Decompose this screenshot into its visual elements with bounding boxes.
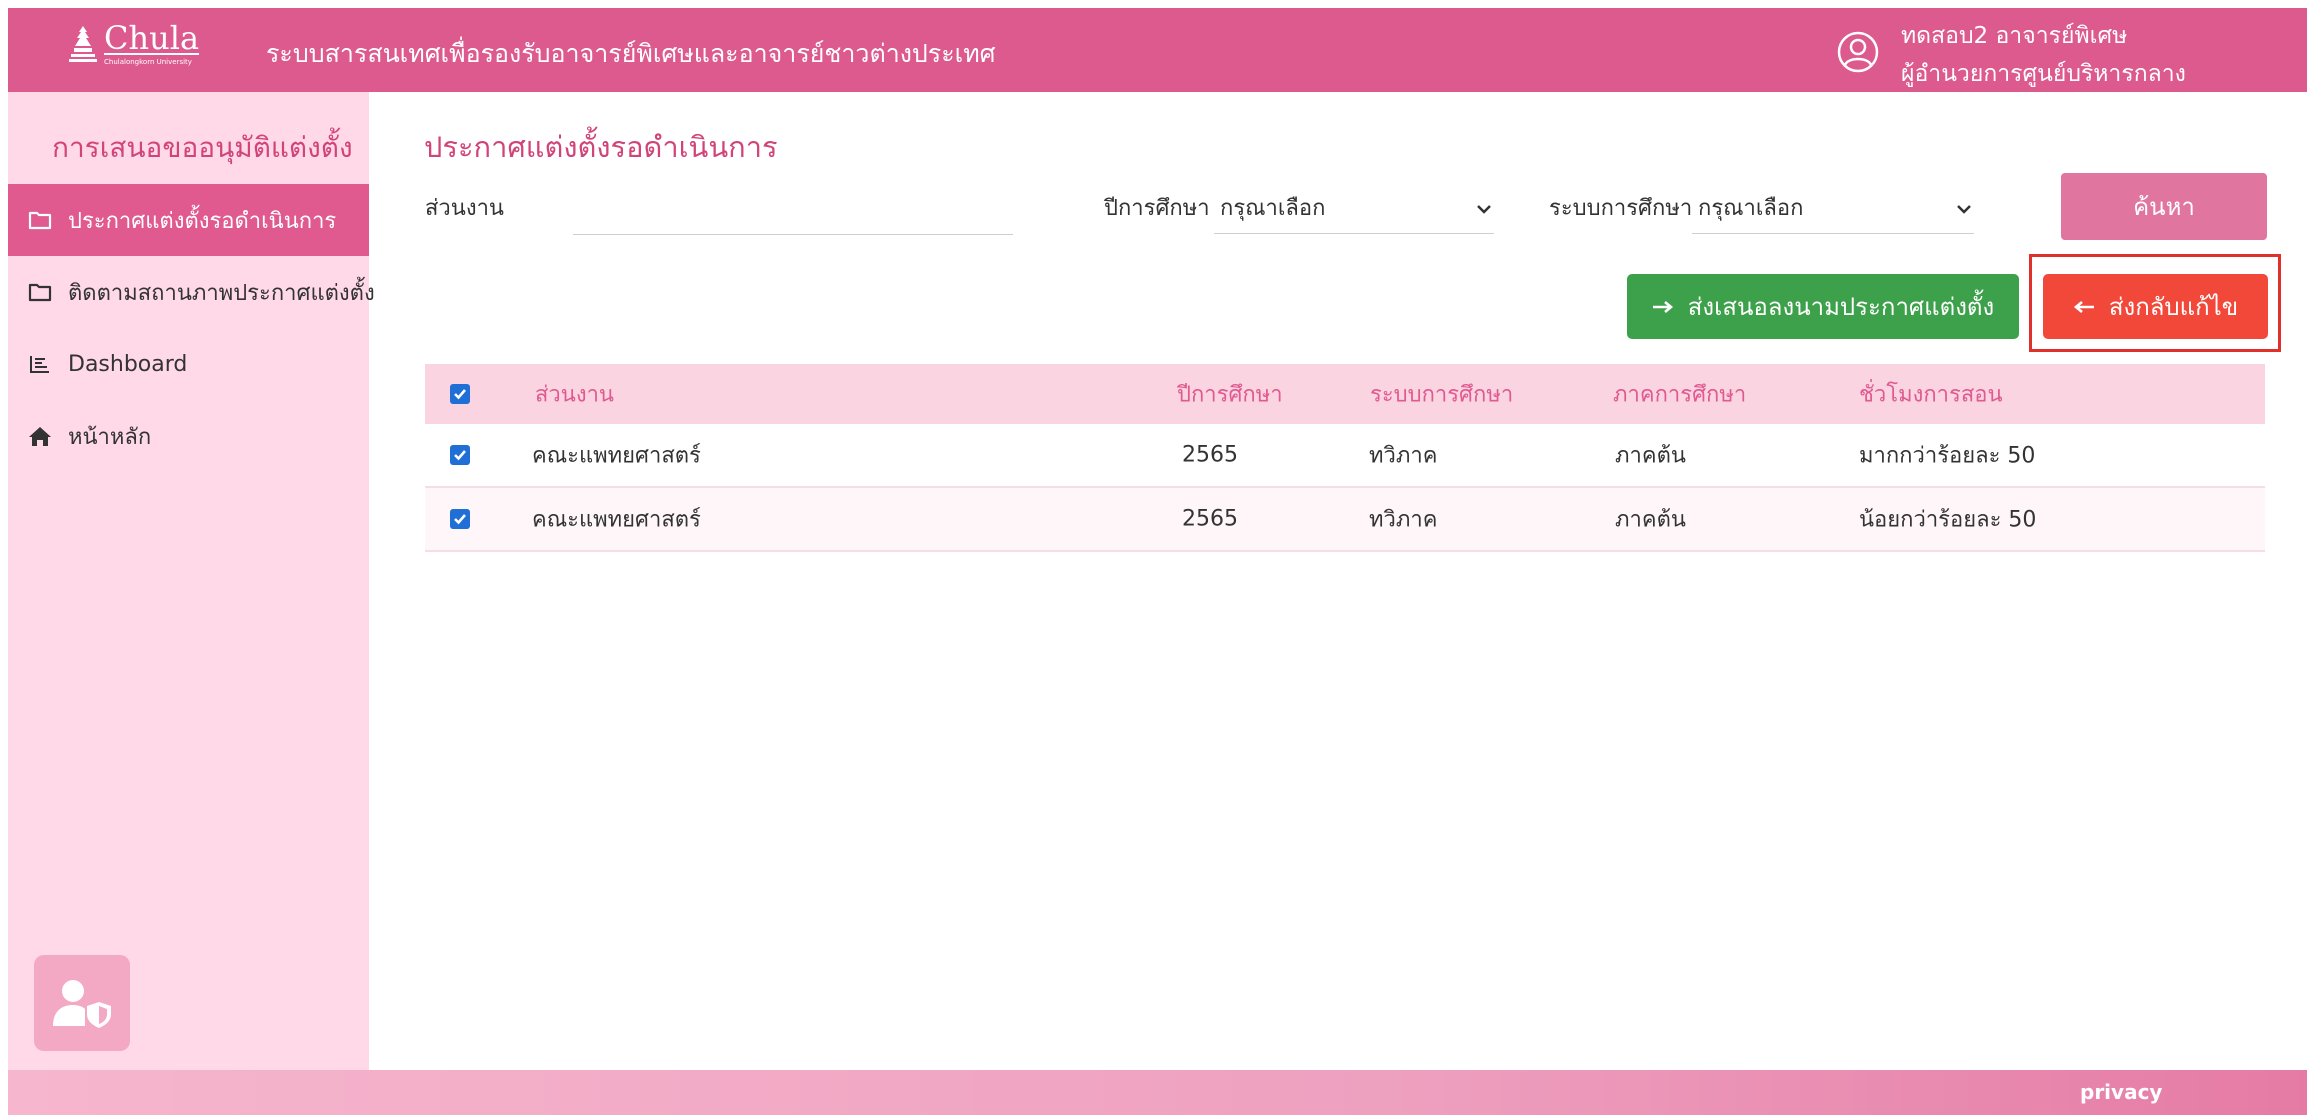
submit-for-signing-button[interactable]: ส่งเสนอลงนามประกาศแต่งตั้ง	[1627, 274, 2019, 339]
list-icon	[30, 356, 49, 373]
arrow-left-icon	[2073, 300, 2094, 313]
header-year[interactable]: ปีการศึกษา	[1177, 377, 1283, 412]
folder-icon	[28, 283, 52, 302]
cell-system: ทวิภาค	[1369, 443, 1438, 469]
cell-year: 2565	[1182, 506, 1238, 532]
sidebar-item-label: Dashboard	[68, 351, 188, 377]
sidebar-item-track-status[interactable]: ติดตามสถานภาพประกาศแต่งตั้ง	[8, 256, 375, 328]
cell-department: คณะแพทยศาสตร์	[532, 507, 701, 533]
sidebar-item-label: ติดตามสถานภาพประกาศแต่งตั้ง	[68, 280, 375, 306]
department-label: ส่วนงาน	[425, 196, 504, 221]
chula-seal-icon	[69, 26, 97, 62]
chevron-down-icon	[1477, 205, 1491, 214]
header-semester[interactable]: ภาคการศึกษา	[1613, 377, 1746, 412]
system-label: ระบบการศึกษา	[1549, 196, 1693, 221]
chevron-down-icon	[1957, 205, 1971, 214]
cell-hours: น้อยกว่าร้อยละ 50	[1859, 507, 2037, 533]
year-label: ปีการศึกษา	[1104, 196, 1210, 221]
page-title: ประกาศแต่งตั้งรอดำเนินการ	[424, 130, 778, 164]
header-system[interactable]: ระบบการศึกษา	[1370, 377, 1513, 412]
check-icon	[454, 450, 466, 461]
table-row[interactable]: คณะแพทยศาสตร์ 2565 ทวิภาค ภาคต้น มากกว่า…	[425, 424, 2265, 488]
row-checkbox[interactable]	[450, 509, 470, 529]
user-name: ทดสอบ2 อาจารย์พิเศษ	[1901, 23, 2128, 49]
header-department[interactable]: ส่วนงาน	[535, 377, 614, 412]
year-select-value: กรุณาเลือก	[1220, 196, 1326, 221]
cell-system: ทวิภาค	[1369, 507, 1438, 533]
cell-semester: ภาคต้น	[1615, 443, 1686, 469]
home-icon	[29, 427, 51, 446]
logo-subtitle: Chulalongkorn University	[104, 58, 192, 66]
department-input[interactable]	[573, 192, 1013, 235]
system-title: ระบบสารสนเทศเพื่อรองรับอาจารย์พิเศษและอา…	[266, 39, 996, 68]
cell-hours: มากกว่าร้อยละ 50	[1859, 443, 2036, 469]
cell-year: 2565	[1182, 442, 1238, 468]
search-button[interactable]: ค้นหา	[2061, 173, 2267, 240]
user-role: ผู้อำนวยการศูนย์บริหารกลาง	[1901, 61, 2186, 87]
announcement-table: ส่วนงาน ปีการศึกษา ระบบการศึกษา ภาคการศึ…	[425, 364, 2265, 552]
top-bar: Chula Chulalongkorn University ระบบสารสน…	[8, 8, 2307, 92]
sidebar-item-label: หน้าหลัก	[68, 424, 152, 450]
sidebar-title: การเสนอขออนุมัติแต่งตั้ง	[52, 131, 353, 164]
header-hours[interactable]: ชั่วโมงการสอน	[1859, 377, 2003, 412]
logo-wordmark: Chula	[104, 19, 200, 57]
sidebar: การเสนอขออนุมัติแต่งตั้ง ประกาศแต่งตั้งร…	[8, 92, 375, 1070]
row-checkbox[interactable]	[450, 445, 470, 465]
user-circle-icon[interactable]	[1836, 30, 1880, 74]
privacy-link[interactable]: privacy	[2080, 1080, 2162, 1104]
return-for-edit-button[interactable]: ส่งกลับแก้ไข	[2043, 274, 2268, 339]
system-select-value: กรุณาเลือก	[1698, 196, 1804, 221]
folder-icon	[28, 211, 52, 230]
sidebar-item-dashboard[interactable]: Dashboard	[8, 328, 369, 400]
check-icon	[454, 514, 466, 525]
cell-semester: ภาคต้น	[1615, 507, 1686, 533]
footer: privacy	[8, 1070, 2307, 1115]
user-shield-icon	[53, 980, 111, 1028]
check-icon	[454, 389, 466, 400]
table-header: ส่วนงาน ปีการศึกษา ระบบการศึกษา ภาคการศึ…	[425, 364, 2265, 424]
return-for-edit-label: ส่งกลับแก้ไข	[2108, 293, 2239, 321]
cell-department: คณะแพทยศาสตร์	[532, 443, 701, 469]
sidebar-item-label: ประกาศแต่งตั้งรอดำเนินการ	[68, 208, 337, 234]
arrow-right-icon	[1652, 300, 1673, 313]
user-shield-button[interactable]	[34, 955, 130, 1051]
sidebar-item-pending-announcements[interactable]: ประกาศแต่งตั้งรอดำเนินการ	[8, 184, 369, 256]
system-select[interactable]: กรุณาเลือก	[1692, 182, 1974, 234]
chula-logo[interactable]: Chula Chulalongkorn University	[68, 22, 199, 66]
table-row[interactable]: คณะแพทยศาสตร์ 2565 ทวิภาค ภาคต้น น้อยกว่…	[425, 488, 2265, 552]
sidebar-item-home[interactable]: หน้าหลัก	[8, 400, 369, 472]
year-select[interactable]: กรุณาเลือก	[1214, 182, 1494, 234]
select-all-checkbox[interactable]	[450, 384, 470, 404]
submit-for-signing-label: ส่งเสนอลงนามประกาศแต่งตั้ง	[1687, 293, 1995, 321]
